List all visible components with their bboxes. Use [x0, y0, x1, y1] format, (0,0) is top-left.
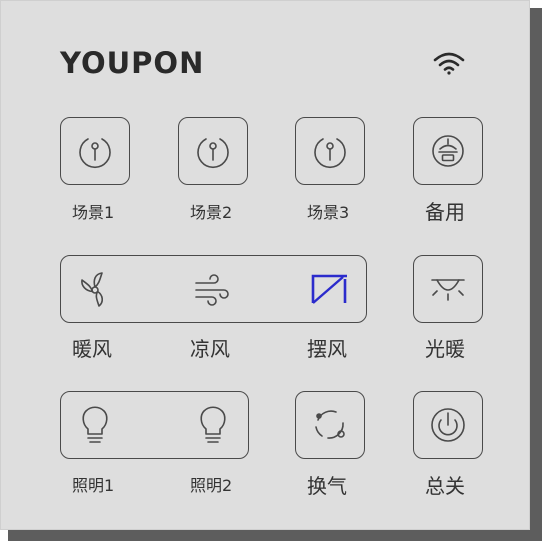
power-icon [431, 408, 465, 442]
wifi-icon [433, 52, 465, 75]
swing-button[interactable] [266, 255, 367, 323]
light-heat-label: 光暖 [425, 337, 465, 361]
master-off-label: 总关 [425, 474, 465, 498]
scene-2-label: 场景2 [190, 203, 233, 222]
spare-button[interactable] [413, 117, 483, 185]
spare-icon [432, 135, 464, 167]
ventilation-icon [315, 410, 345, 439]
scene-icon [197, 138, 229, 168]
warm-air-label: 暖风 [72, 337, 112, 361]
light-2-button[interactable] [155, 391, 249, 459]
cool-air-label: 凉风 [190, 337, 230, 361]
warm-air-button[interactable] [60, 255, 160, 323]
scene-icon [314, 138, 346, 168]
light-1-label: 照明1 [72, 476, 115, 495]
scene-3-label: 场景3 [307, 203, 350, 222]
heat-lamp-icon [431, 279, 465, 301]
brand-logo: YOUPON [60, 46, 205, 80]
spare-label: 备用 [425, 200, 465, 224]
ventilation-label: 换气 [307, 474, 347, 498]
light-2-label: 照明2 [190, 476, 233, 495]
ventilation-button[interactable] [295, 391, 365, 459]
scene-icon [79, 138, 111, 168]
light-heat-button[interactable] [413, 255, 483, 323]
swing-label: 摆风 [307, 337, 347, 361]
scene-1-label: 场景1 [72, 203, 115, 222]
master-off-button[interactable] [413, 391, 483, 459]
scene-3-button[interactable] [295, 117, 365, 185]
light-1-button[interactable] [60, 391, 154, 459]
scene-1-button[interactable] [60, 117, 130, 185]
cool-air-button[interactable] [163, 255, 263, 323]
scene-2-button[interactable] [178, 117, 248, 185]
control-panel: YOUPON 场景1 场景2 场景3 备用 暖风 凉风 摆风 光暖 照明1 照明… [0, 0, 530, 530]
